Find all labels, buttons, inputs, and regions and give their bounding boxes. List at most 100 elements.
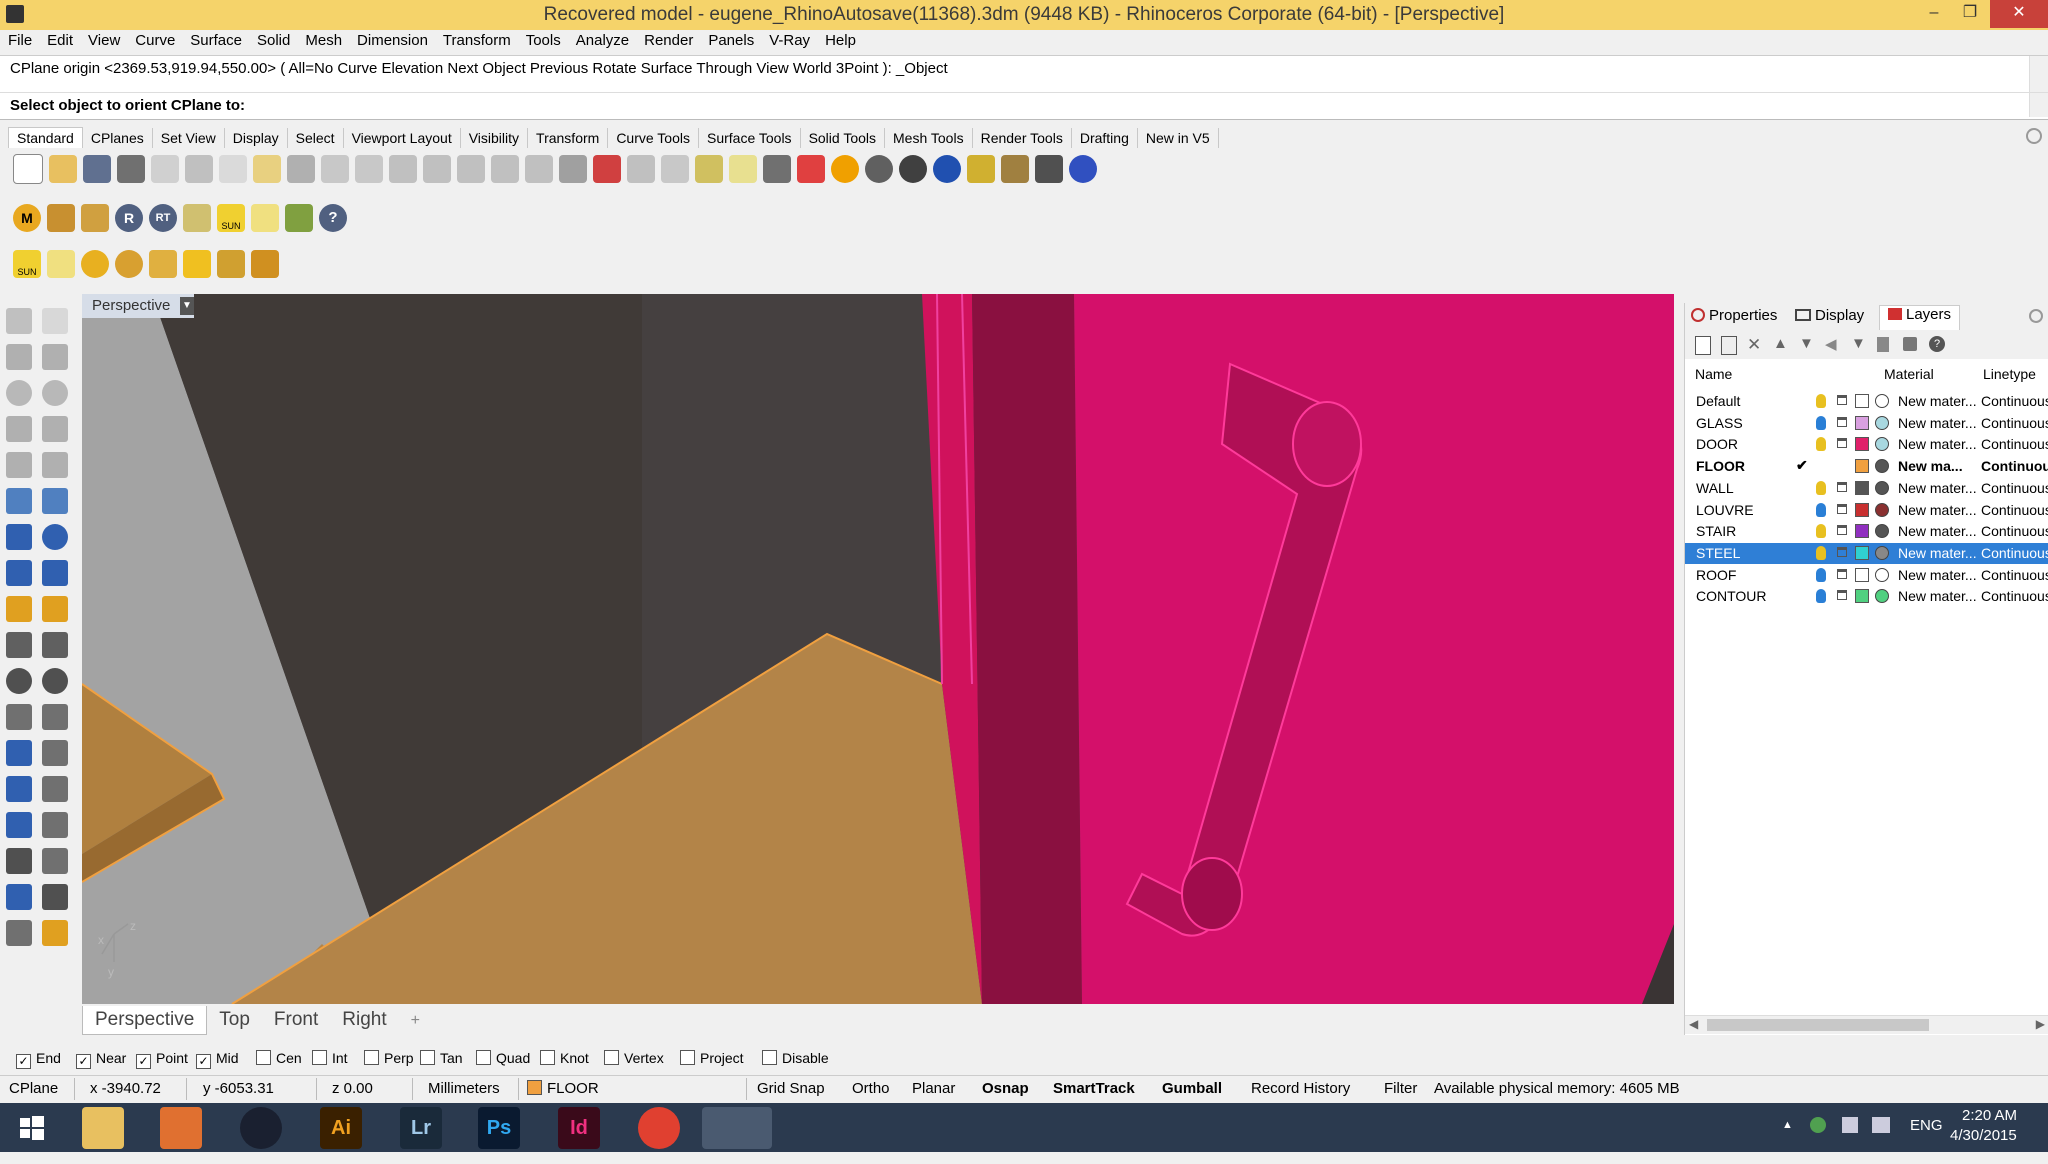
layer-row[interactable]: LOUVRE New mater... Continuous [1685, 500, 2048, 521]
viewtab-top[interactable]: Top [207, 1006, 262, 1034]
layer-linetype[interactable]: Continuous [1981, 436, 2048, 452]
layer-linetype[interactable]: Continuous [1981, 567, 2048, 583]
polygon-icon[interactable] [6, 416, 32, 442]
undo-view-icon[interactable] [525, 155, 553, 183]
layer-name[interactable]: Default [1696, 393, 1740, 409]
layer-lock-icon[interactable] [1837, 590, 1847, 601]
tab-properties[interactable]: Properties [1691, 307, 1777, 324]
import-icon[interactable] [151, 155, 179, 183]
lamp-icon[interactable] [967, 155, 995, 183]
mesh-icon[interactable] [42, 560, 68, 586]
layer-color-swatch[interactable] [1855, 567, 1869, 582]
osnap-cen[interactable]: Cen [256, 1050, 302, 1066]
osnap-point[interactable]: ✓ Point [136, 1050, 188, 1069]
perspective-viewport[interactable]: x z y Perspective ▼ [82, 294, 1674, 1004]
layer-linetype[interactable]: Continuous [1981, 458, 2048, 474]
tab-transform[interactable]: Transform [528, 128, 609, 148]
tab-display[interactable]: Display [225, 128, 288, 148]
osnap-checkbox[interactable] [604, 1050, 619, 1065]
osnap-disable[interactable]: Disable [762, 1050, 829, 1066]
rendered-sphere-icon[interactable] [899, 155, 927, 183]
layer-material[interactable]: New mater... [1898, 502, 1977, 518]
vray-help-icon[interactable]: ? [319, 204, 347, 232]
layer-icon[interactable] [797, 155, 825, 183]
menu-dimension[interactable]: Dimension [349, 30, 435, 49]
network-icon[interactable] [1872, 1117, 1890, 1133]
layer-name[interactable]: LOUVRE [1696, 502, 1754, 518]
boolean-union-icon[interactable] [42, 524, 68, 550]
vray-sun-icon[interactable]: SUN [217, 204, 245, 232]
direct-light-icon[interactable] [251, 250, 279, 278]
move-layer-out-icon[interactable]: ◀ [1825, 335, 1837, 353]
color-wheel-icon[interactable] [831, 155, 859, 183]
layer-color-swatch[interactable] [1855, 437, 1869, 452]
layer-color-swatch[interactable] [1855, 394, 1869, 408]
vray-material-icon[interactable]: M [13, 204, 41, 232]
help-icon[interactable] [1069, 155, 1097, 183]
extrude-surface-icon[interactable] [42, 488, 68, 514]
vray-tag-icon[interactable] [47, 204, 75, 232]
layer-linetype[interactable]: Continuous [1981, 523, 2048, 539]
tab-render-tools[interactable]: Render Tools [973, 128, 1072, 148]
new-file-icon[interactable] [13, 154, 43, 184]
layer-row[interactable]: FLOOR ✔ New ma... Continuous [1685, 456, 2048, 477]
zoom-window-icon[interactable] [423, 155, 451, 183]
show-hidden-icons[interactable]: ▲ [1782, 1119, 1793, 1131]
status-cplane[interactable]: CPlane [9, 1080, 58, 1097]
minimize-button[interactable]: – [1914, 0, 1954, 28]
grid-array-icon[interactable] [6, 848, 32, 874]
mirror-icon[interactable] [42, 776, 68, 802]
layer-material-sphere-icon[interactable] [1875, 459, 1889, 474]
layer-color-swatch[interactable] [1855, 545, 1869, 560]
layer-material-sphere-icon[interactable] [1875, 502, 1889, 517]
arc-icon[interactable] [6, 452, 32, 478]
scroll-right-arrow-icon[interactable]: ▶ [2036, 1017, 2045, 1031]
trim-icon[interactable] [42, 596, 68, 622]
language-indicator[interactable]: ENG [1910, 1117, 1943, 1134]
viewtab-right[interactable]: Right [330, 1006, 398, 1034]
status-osnap[interactable]: Osnap [982, 1080, 1029, 1097]
scroll-left-arrow-icon[interactable]: ◀ [1689, 1017, 1698, 1031]
layer-list-hscrollbar[interactable]: ◀ ▶ [1685, 1015, 2048, 1034]
clock-date[interactable]: 4/30/2015 [1950, 1127, 2017, 1144]
layer-material[interactable]: New mater... [1898, 436, 1977, 452]
command-history[interactable]: CPlane origin <2369.53,919.94,550.00> ( … [0, 55, 2048, 92]
osnap-checkbox[interactable]: ✓ [196, 1054, 211, 1069]
join-icon[interactable] [6, 632, 32, 658]
vray-proxy-icon[interactable] [285, 204, 313, 232]
split-icon[interactable] [42, 632, 68, 658]
dome-light-icon[interactable] [115, 250, 143, 278]
vray-rt-icon[interactable]: RT [149, 204, 177, 232]
move-layer-down-icon[interactable]: ▼ [1799, 335, 1814, 352]
status-ortho[interactable]: Ortho [852, 1080, 890, 1097]
move-layer-up-icon[interactable]: ▲ [1773, 335, 1788, 352]
explode-icon[interactable] [6, 596, 32, 622]
layer-lock-icon[interactable] [1837, 568, 1847, 579]
menu-help[interactable]: Help [817, 30, 863, 49]
layer-tools-icon[interactable] [1903, 337, 1917, 351]
layer-lock-icon[interactable] [1837, 503, 1847, 514]
status-record-history[interactable]: Record History [1251, 1080, 1350, 1097]
tab-cplanes[interactable]: CPlanes [83, 128, 153, 148]
layer-visibility-bulb-icon[interactable] [1816, 545, 1826, 560]
layer-name[interactable]: FLOOR [1696, 458, 1745, 474]
surface-corner-icon[interactable] [6, 488, 32, 514]
start-button[interactable] [10, 1107, 52, 1149]
osnap-quad[interactable]: Quad [476, 1050, 530, 1066]
layer-material-sphere-icon[interactable] [1875, 480, 1889, 495]
vray-frame-buffer-icon[interactable] [183, 204, 211, 232]
dimension-icon[interactable] [1035, 155, 1063, 183]
menu-solid[interactable]: Solid [249, 30, 297, 49]
layer-material-sphere-icon[interactable] [1875, 394, 1889, 408]
menu-vray[interactable]: V-Ray [761, 30, 817, 49]
osnap-perp[interactable]: Perp [364, 1050, 414, 1066]
osnap-checkbox[interactable]: ✓ [136, 1054, 151, 1069]
layer-row[interactable]: GLASS New mater... Continuous [1685, 413, 2048, 434]
status-layer[interactable]: FLOOR [527, 1080, 599, 1097]
tab-viewport-layout[interactable]: Viewport Layout [344, 128, 461, 148]
render-sphere-icon[interactable] [933, 155, 961, 183]
status-planar[interactable]: Planar [912, 1080, 955, 1097]
osnap-vertex[interactable]: Vertex [604, 1050, 664, 1066]
viewport-title[interactable]: Perspective [82, 294, 194, 318]
clock-time[interactable]: 2:20 AM [1962, 1107, 2017, 1124]
